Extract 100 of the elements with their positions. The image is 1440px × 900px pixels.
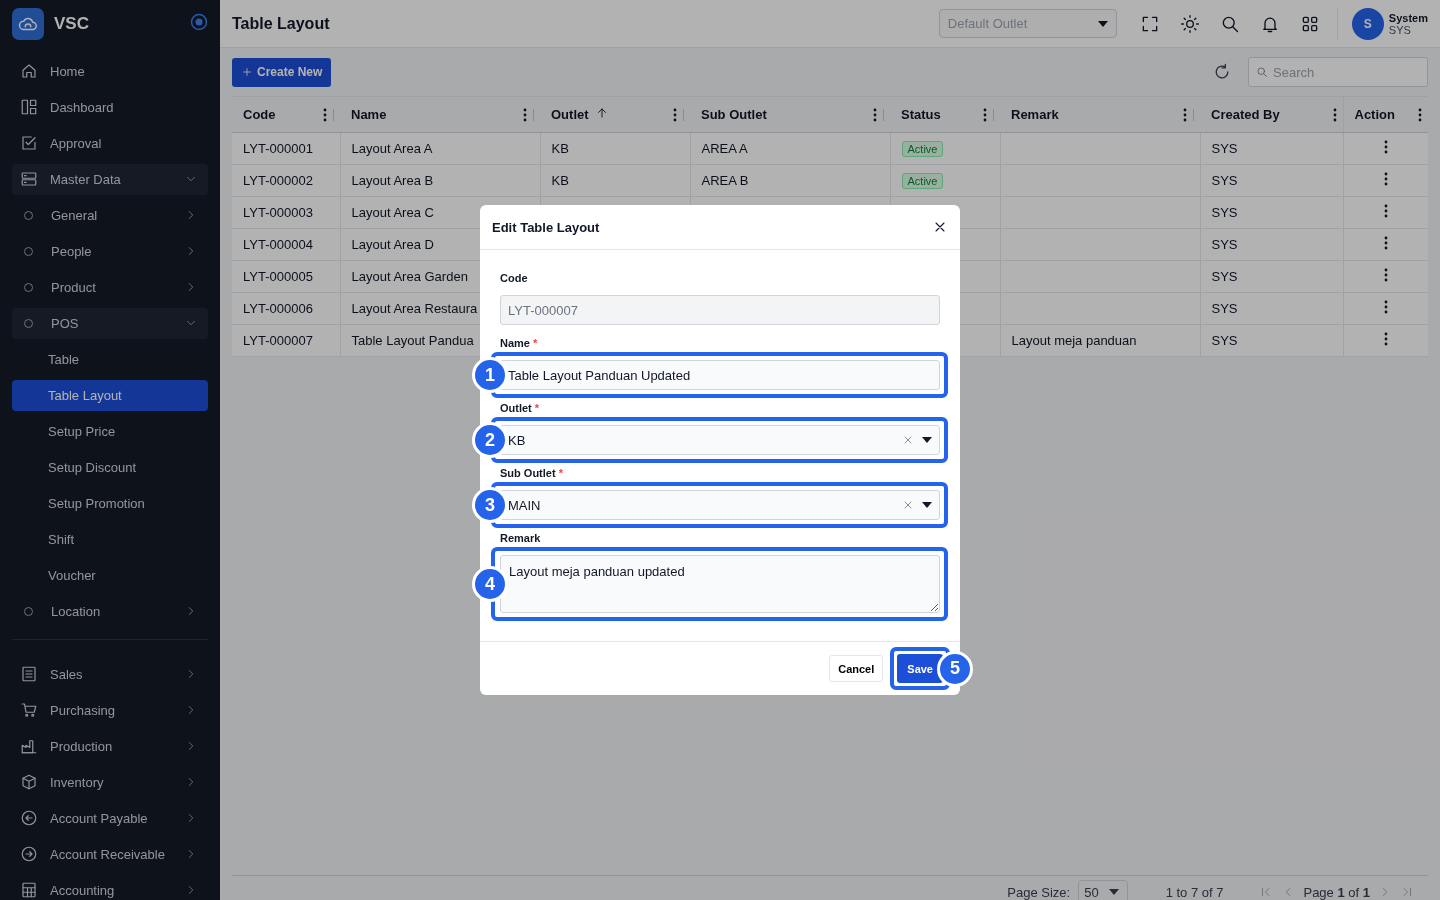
column-menu-icon[interactable] bbox=[323, 107, 327, 122]
text-field[interactable]: Table Layout Panduan Updated bbox=[500, 360, 940, 390]
menu-item[interactable]: Purchasing bbox=[12, 694, 208, 726]
table-cell: LYT-000005 bbox=[243, 269, 313, 284]
column-header[interactable]: Remark bbox=[1011, 107, 1059, 122]
arrow-right-circle-icon bbox=[20, 845, 38, 863]
table-cell: SYS bbox=[1211, 333, 1238, 348]
select-field[interactable]: KB bbox=[500, 425, 940, 455]
select-field[interactable]: MAIN bbox=[500, 490, 940, 520]
menu-item[interactable]: Location bbox=[12, 595, 208, 627]
menu-item[interactable]: General bbox=[12, 199, 208, 231]
arrow-left-circle-icon bbox=[20, 809, 38, 827]
table-cell: Layout Area Restaura bbox=[351, 301, 478, 316]
page-indicator: Page 1 of 1 bbox=[1303, 884, 1370, 900]
menu-item[interactable]: Account Payable bbox=[12, 802, 208, 834]
column-header[interactable]: Code bbox=[243, 107, 276, 122]
server-icon bbox=[20, 170, 38, 188]
menu-item[interactable]: Setup Discount bbox=[12, 451, 208, 483]
required-mark: * bbox=[533, 337, 538, 349]
clear-icon bbox=[902, 434, 914, 446]
table-cell: SYS bbox=[1211, 237, 1238, 252]
table-cell: LYT-000004 bbox=[243, 237, 313, 252]
table-cell: LYT-000003 bbox=[243, 205, 313, 220]
column-header[interactable]: Action bbox=[1354, 107, 1395, 122]
column-menu-icon[interactable] bbox=[873, 107, 877, 122]
table-cell: AREA A bbox=[701, 141, 748, 156]
column-header[interactable]: Created By bbox=[1211, 107, 1280, 122]
column-menu-icon[interactable] bbox=[983, 107, 987, 122]
user-avatar[interactable]: S bbox=[1351, 7, 1384, 40]
column-header[interactable]: Name bbox=[351, 107, 387, 122]
row-actions-icon[interactable] bbox=[1383, 332, 1388, 346]
brand-name: VSC bbox=[54, 13, 90, 34]
calculator-icon bbox=[20, 881, 38, 899]
column-header[interactable]: Outlet bbox=[551, 107, 589, 122]
row-actions-icon[interactable] bbox=[1383, 268, 1388, 282]
search-field[interactable]: Search bbox=[1248, 57, 1428, 87]
caret-icon bbox=[1097, 20, 1108, 27]
menu-item[interactable]: Setup Promotion bbox=[12, 487, 208, 519]
clear-icon bbox=[902, 499, 914, 511]
menu-item[interactable]: Home bbox=[12, 55, 208, 87]
menu-item[interactable]: Voucher bbox=[12, 559, 208, 591]
sun-icon bbox=[1179, 13, 1200, 34]
table-cell: SYS bbox=[1211, 205, 1238, 220]
row-actions-icon[interactable] bbox=[1383, 204, 1388, 218]
column-menu-icon[interactable] bbox=[523, 107, 527, 122]
column-header[interactable]: Status bbox=[901, 107, 941, 122]
table-cell: LYT-000001 bbox=[243, 141, 313, 156]
toggle-icon[interactable] bbox=[190, 13, 208, 31]
menu-item[interactable]: Sales bbox=[12, 658, 208, 690]
menu-item[interactable]: Table bbox=[12, 343, 208, 375]
menu-item[interactable]: Master Data bbox=[12, 163, 208, 195]
table-cell: LYT-000007 bbox=[243, 333, 313, 348]
field-label: Code bbox=[500, 272, 528, 284]
table-cell: Layout meja panduan bbox=[1011, 333, 1137, 348]
dashboard-icon bbox=[20, 98, 38, 116]
menu-item[interactable]: Inventory bbox=[12, 766, 208, 798]
table-cell: Layout Area Garden bbox=[351, 269, 468, 284]
menu-item[interactable]: Approval bbox=[12, 127, 208, 159]
row-range: 1 to 7 of 7 bbox=[1165, 884, 1224, 900]
menu-item[interactable]: Accounting bbox=[12, 874, 208, 900]
row-actions-icon[interactable] bbox=[1383, 300, 1388, 314]
table-cell: SYS bbox=[1211, 269, 1238, 284]
table-cell: KB bbox=[551, 141, 569, 156]
column-menu-icon[interactable] bbox=[1332, 107, 1337, 122]
column-menu-icon[interactable] bbox=[1183, 107, 1187, 122]
table-cell: SYS bbox=[1211, 141, 1238, 156]
menu-item[interactable]: Production bbox=[12, 730, 208, 762]
last-page-icon bbox=[1400, 885, 1414, 899]
row-actions-icon[interactable] bbox=[1383, 172, 1388, 186]
save-button[interactable]: Save bbox=[897, 654, 943, 683]
table-cell: SYS bbox=[1211, 173, 1238, 188]
table-cell: SYS bbox=[1211, 301, 1238, 316]
field-label: Outlet bbox=[500, 402, 532, 414]
menu-item[interactable]: Product bbox=[12, 271, 208, 303]
column-menu-icon[interactable] bbox=[1418, 107, 1422, 122]
cancel-button[interactable]: Cancel bbox=[829, 655, 884, 682]
approval-icon bbox=[20, 134, 38, 152]
menu-item[interactable]: Table Layout bbox=[12, 379, 208, 411]
row-actions-icon[interactable] bbox=[1383, 140, 1388, 154]
create-new-button[interactable]: Create New bbox=[232, 57, 332, 87]
caret-icon bbox=[922, 437, 932, 443]
column-menu-icon[interactable] bbox=[673, 107, 677, 122]
remark-field[interactable]: Layout meja panduan updated bbox=[500, 555, 940, 613]
user-name: System bbox=[1388, 11, 1428, 24]
field-label: Sub Outlet bbox=[500, 467, 556, 479]
menu-item[interactable]: Account Receivable bbox=[12, 838, 208, 870]
menu-item[interactable]: Shift bbox=[12, 523, 208, 555]
menu-item[interactable]: People bbox=[12, 235, 208, 267]
column-header[interactable]: Sub Outlet bbox=[701, 107, 767, 122]
table-cell: Layout Area B bbox=[351, 173, 434, 188]
field-label: Name bbox=[500, 337, 530, 349]
home-icon bbox=[20, 62, 38, 80]
required-mark: * bbox=[558, 467, 563, 479]
table-cell: Layout Area C bbox=[351, 205, 434, 220]
page-size-select[interactable]: 50 bbox=[1078, 880, 1128, 900]
menu-item[interactable]: Dashboard bbox=[12, 91, 208, 123]
menu-item[interactable]: Setup Price bbox=[12, 415, 208, 447]
table-cell: Table Layout Pandua bbox=[351, 333, 474, 348]
menu-item[interactable]: POS bbox=[12, 307, 208, 339]
row-actions-icon[interactable] bbox=[1383, 236, 1388, 250]
